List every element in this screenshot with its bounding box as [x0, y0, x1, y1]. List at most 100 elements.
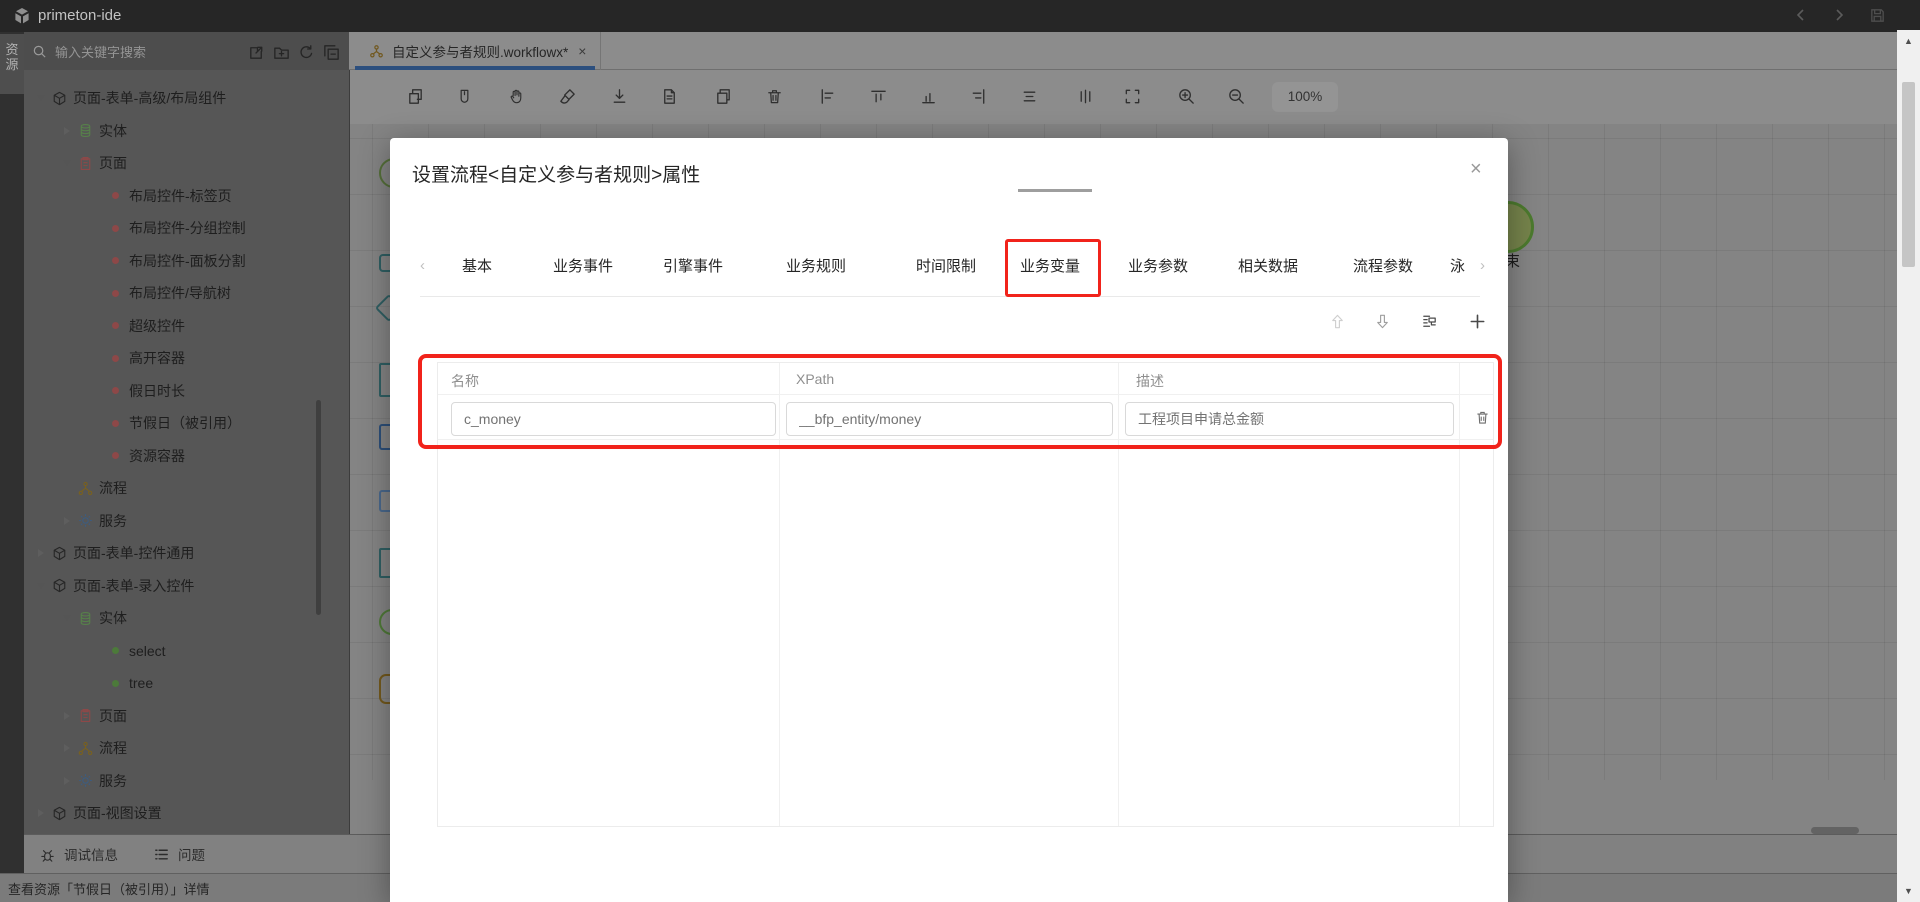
tree-item[interactable]: 超级控件: [24, 310, 349, 343]
tabs-scroll-left-icon[interactable]: ‹: [420, 257, 425, 274]
name-field[interactable]: [451, 402, 776, 436]
scrollbar-thumb[interactable]: [1902, 82, 1915, 267]
dialog-tab-9[interactable]: 泳: [1450, 255, 1465, 276]
dialog-tab-8[interactable]: 流程参数: [1353, 255, 1413, 276]
dialog-tab-2[interactable]: 引擎事件: [663, 255, 723, 276]
expander-icon[interactable]: [60, 127, 74, 135]
tree-item[interactable]: 页面: [24, 147, 349, 180]
tree-item[interactable]: 服务: [24, 765, 349, 798]
tree-item[interactable]: 布局控件-面板分割: [24, 245, 349, 278]
dialog-tab-0[interactable]: 基本: [462, 255, 492, 276]
trash-icon[interactable]: [765, 87, 784, 106]
tree-item[interactable]: tree: [24, 667, 349, 700]
duplicate-icon[interactable]: [714, 87, 733, 106]
file-tab-label: 自定义参与者规则.workflowx*: [392, 41, 568, 61]
canvas-hscrollbar-thumb[interactable]: [1811, 827, 1859, 834]
nav-back-icon[interactable]: [1793, 7, 1809, 24]
tree-item[interactable]: 节假日（被引用）: [24, 407, 349, 440]
expander-icon[interactable]: [60, 615, 74, 621]
align-left-icon[interactable]: [818, 87, 837, 106]
page-scrollbar[interactable]: ▲ ▼: [1897, 30, 1920, 902]
tree-item[interactable]: 实体: [24, 602, 349, 635]
tree-item[interactable]: 实体: [24, 115, 349, 148]
nav-forward-icon[interactable]: [1831, 7, 1847, 24]
download-icon[interactable]: [610, 87, 629, 106]
tree-item[interactable]: 布局控件-分组控制: [24, 212, 349, 245]
align-right-icon[interactable]: [969, 87, 988, 106]
zoom-level-button[interactable]: 100%: [1272, 82, 1338, 112]
active-tab-indicator: [355, 66, 595, 70]
dialog-tab-1[interactable]: 业务事件: [553, 255, 613, 276]
tree-item[interactable]: 流程: [24, 732, 349, 765]
delete-row-icon[interactable]: [1474, 409, 1491, 426]
hand-icon[interactable]: [507, 87, 526, 106]
tree-item[interactable]: 流程: [24, 472, 349, 505]
search-input[interactable]: 输入关键字搜索: [55, 42, 247, 61]
move-up-icon[interactable]: [1328, 312, 1347, 331]
tree-item[interactable]: 假日时长: [24, 375, 349, 408]
app-title: primeton-ide: [38, 7, 121, 24]
expander-icon[interactable]: [34, 549, 48, 557]
activity-tab-resources[interactable]: 资源: [0, 34, 24, 94]
bullet-icon: [112, 387, 119, 394]
add-icon[interactable]: [1468, 312, 1487, 331]
tree-item[interactable]: 页面-表单-控件通用: [24, 537, 349, 570]
export-icon[interactable]: [247, 43, 264, 60]
tree-item[interactable]: 页面: [24, 700, 349, 733]
expander-icon[interactable]: [34, 95, 48, 101]
expander-icon[interactable]: [60, 160, 74, 166]
broom-icon[interactable]: [558, 87, 577, 106]
expander-icon[interactable]: [60, 744, 74, 752]
file-tab-workflowx[interactable]: 自定义参与者规则.workflowx* ×: [355, 32, 601, 70]
copy-icon[interactable]: [406, 87, 425, 106]
folder-add-icon[interactable]: [272, 43, 289, 60]
tree-item[interactable]: 高开容器: [24, 342, 349, 375]
expander-icon[interactable]: [34, 809, 48, 817]
align-top-icon[interactable]: [869, 87, 888, 106]
tree-item[interactable]: 页面-视图设置: [24, 797, 349, 830]
save-icon[interactable]: [1869, 7, 1886, 24]
distribute-h-icon[interactable]: [1020, 87, 1039, 106]
dialog-tab-7[interactable]: 相关数据: [1238, 255, 1298, 276]
dialog-tab-strip: ‹ › 基本 业务事件 引擎事件 业务规则 时间限制 业务变量 业务参数 相关数据 流程参数 泳: [390, 241, 1508, 297]
tree-item[interactable]: 服务: [24, 505, 349, 538]
panel-tab-debug[interactable]: 调试信息: [38, 844, 118, 864]
tree-item[interactable]: 页面-表单-高级/布局组件: [24, 82, 349, 115]
bar-chart-icon[interactable]: [919, 87, 938, 106]
scroll-up-icon[interactable]: ▲: [1897, 36, 1920, 46]
tabs-scroll-right-icon[interactable]: ›: [1480, 257, 1485, 274]
expander-icon[interactable]: [34, 583, 48, 589]
tree-item-label: 超级控件: [129, 316, 185, 336]
expander-icon[interactable]: [60, 712, 74, 720]
tree-item-label: 页面-表单-高级/布局组件: [73, 88, 226, 108]
move-down-icon[interactable]: [1373, 312, 1392, 331]
dialog-tab-5-active[interactable]: 业务变量: [1020, 255, 1080, 276]
expand-icon[interactable]: [1123, 87, 1142, 106]
dialog-tab-4[interactable]: 时间限制: [916, 255, 976, 276]
expander-icon[interactable]: [60, 517, 74, 525]
tree-item[interactable]: 布局控件/导航树: [24, 277, 349, 310]
distribute-v-icon[interactable]: [1076, 87, 1095, 106]
expander-icon[interactable]: [60, 777, 74, 785]
desc-field[interactable]: [1125, 402, 1454, 436]
tab-close-icon[interactable]: ×: [578, 43, 586, 59]
mouse-icon[interactable]: [455, 87, 474, 106]
zoom-out-icon[interactable]: [1227, 87, 1246, 106]
dialog-close-icon[interactable]: ×: [1470, 158, 1482, 181]
col-header-xpath: XPath: [796, 371, 834, 387]
refresh-icon[interactable]: [297, 43, 314, 60]
tree-item[interactable]: select: [24, 635, 349, 668]
file-icon[interactable]: [660, 87, 679, 106]
xpath-field[interactable]: [786, 402, 1113, 436]
dialog-tab-6[interactable]: 业务参数: [1128, 255, 1188, 276]
panel-tab-issues[interactable]: 问题: [152, 844, 205, 864]
dialog-tab-3[interactable]: 业务规则: [786, 255, 846, 276]
tree-item[interactable]: 布局控件-标签页: [24, 180, 349, 213]
sidebar-scrollbar-thumb[interactable]: [316, 400, 321, 615]
tree-item[interactable]: 页面-表单-录入控件: [24, 570, 349, 603]
scroll-down-icon[interactable]: ▼: [1897, 886, 1920, 896]
structure-icon[interactable]: [1420, 312, 1439, 331]
collapse-all-icon[interactable]: [322, 43, 339, 60]
zoom-in-icon[interactable]: [1177, 87, 1196, 106]
tree-item[interactable]: 资源容器: [24, 440, 349, 473]
